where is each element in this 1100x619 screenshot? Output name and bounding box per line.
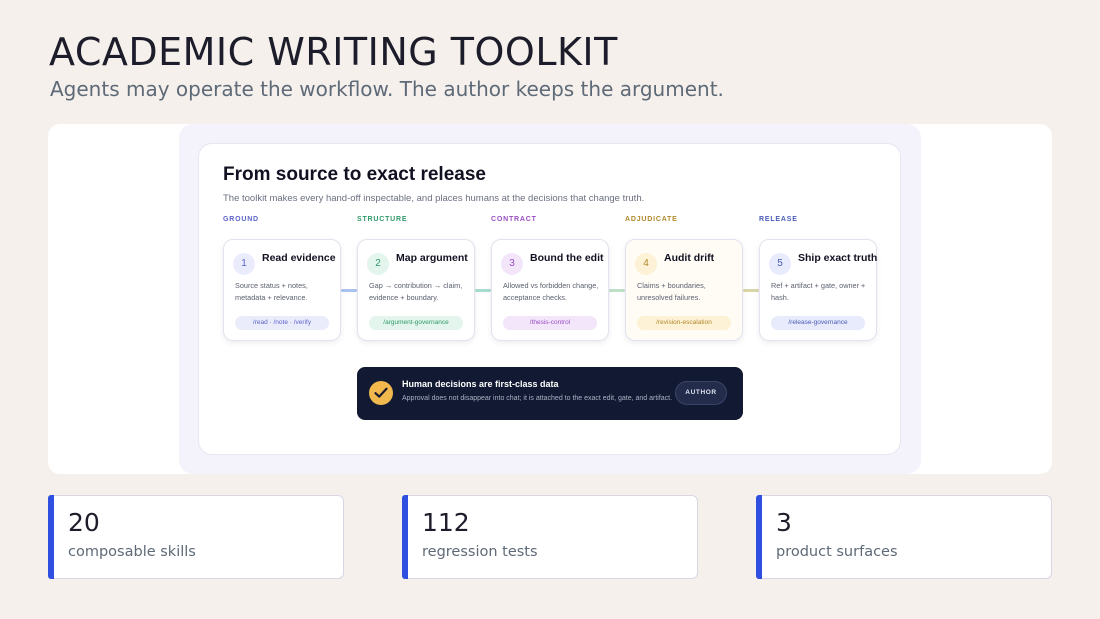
stat-value: 20	[68, 508, 100, 537]
stat-value: 112	[422, 508, 470, 537]
step-number: 2	[367, 253, 389, 275]
stat-value: 3	[776, 508, 792, 537]
human-decision-banner: Human decisions are first-class data App…	[357, 367, 743, 420]
step-title: Map argument	[396, 252, 468, 264]
step-number: 5	[769, 253, 791, 275]
page-subtitle: Agents may operate the workflow. The aut…	[50, 77, 724, 101]
step-title: Audit drift	[664, 252, 715, 264]
stage-label-contract: CONTRACT	[491, 216, 537, 223]
author-button[interactable]: AUTHOR	[675, 381, 727, 405]
step-card-bound-edit[interactable]: 3 Bound the edit Allowed vs forbidden ch…	[491, 239, 609, 341]
step-card-audit-drift[interactable]: 4 Audit drift Claims + boundaries, unres…	[625, 239, 743, 341]
connector-2-3	[475, 289, 491, 292]
step-description: Allowed vs forbidden change, acceptance …	[503, 281, 599, 302]
step-number: 1	[233, 253, 255, 275]
step-description: Source status + notes, metadata + releva…	[235, 281, 308, 302]
step-command-tag[interactable]: /revision-escalation	[637, 316, 731, 330]
step-card-map-argument[interactable]: 2 Map argument Gap → contribution → clai…	[357, 239, 475, 341]
stat-card-surfaces: 3 product surfaces	[756, 495, 1052, 579]
workflow-subtitle: The toolkit makes every hand-off inspect…	[223, 193, 645, 204]
stat-card-skills: 20 composable skills	[48, 495, 344, 579]
decision-title: Human decisions are first-class data	[402, 379, 559, 389]
step-card-ship-exact-truth[interactable]: 5 Ship exact truth Ref + artifact + gate…	[759, 239, 877, 341]
page-title: ACADEMIC WRITING TOOLKIT	[49, 30, 618, 74]
checkmark-icon	[369, 381, 393, 405]
stat-label: regression tests	[422, 544, 538, 560]
connector-4-5	[743, 289, 759, 292]
decision-subtitle: Approval does not disappear into chat; i…	[402, 395, 673, 402]
stat-label: composable skills	[68, 544, 196, 560]
step-title: Bound the edit	[530, 252, 604, 264]
connector-3-4	[609, 289, 625, 292]
stage-label-structure: STRUCTURE	[357, 216, 408, 223]
step-title: Ship exact truth	[798, 252, 878, 264]
step-command-tag[interactable]: /thesis-control	[503, 316, 597, 330]
step-card-read-evidence[interactable]: 1 Read evidence Source status + notes, m…	[223, 239, 341, 341]
step-command-tag[interactable]: /release-governance	[771, 316, 865, 330]
stage-label-adjudicate: ADJUDICATE	[625, 216, 678, 223]
step-title: Read evidence	[262, 252, 336, 264]
step-description: Ref + artifact + gate, owner + hash.	[771, 281, 866, 302]
connector-1-2	[341, 289, 357, 292]
stat-card-tests: 112 regression tests	[402, 495, 698, 579]
stat-accent-bar	[756, 495, 762, 579]
step-command-tag[interactable]: /read · /note · /verify	[235, 316, 329, 330]
workflow-title: From source to exact release	[223, 164, 486, 185]
step-description: Gap → contribution → claim, evidence + b…	[369, 281, 463, 302]
stat-accent-bar	[402, 495, 408, 579]
step-command-tag[interactable]: /argument-governance	[369, 316, 463, 330]
stage-label-ground: GROUND	[223, 216, 259, 223]
stat-label: product surfaces	[776, 544, 898, 560]
stat-accent-bar	[48, 495, 54, 579]
step-number: 3	[501, 253, 523, 275]
step-description: Claims + boundaries, unresolved failures…	[637, 281, 706, 302]
step-number: 4	[635, 253, 657, 275]
workflow-card: From source to exact release The toolkit…	[198, 143, 901, 455]
stage-label-release: RELEASE	[759, 216, 798, 223]
